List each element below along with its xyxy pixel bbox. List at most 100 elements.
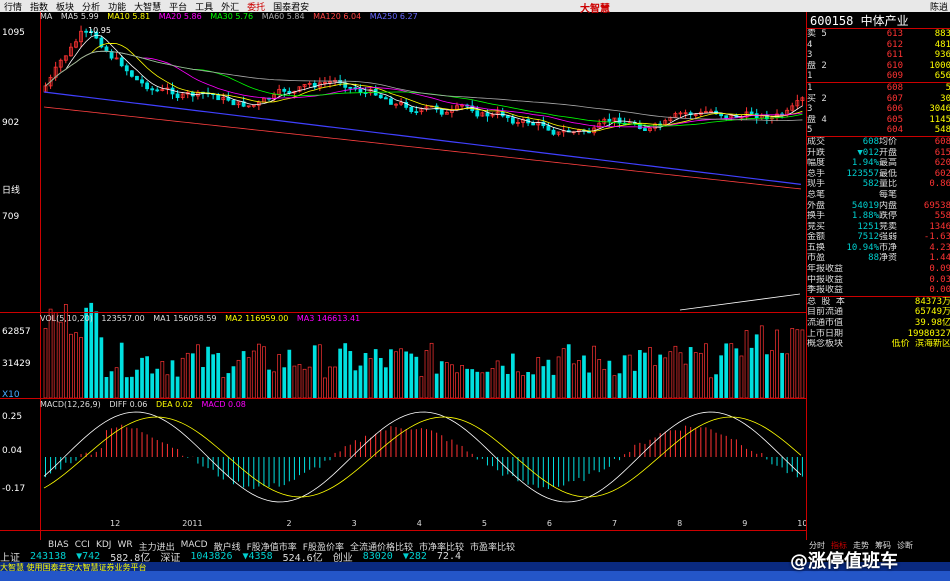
candle-body <box>175 93 180 99</box>
fundamental-row[interactable]: 流通市值 39.98亿 <box>807 318 950 329</box>
kline-chart[interactable] <box>40 12 806 540</box>
volume-bar <box>698 352 703 399</box>
quote-row[interactable]: 中报收益 0.03 <box>807 275 950 286</box>
quote-row[interactable]: 总手 123557 最低 602 <box>807 169 950 180</box>
fund-value: 84373万 <box>914 296 950 307</box>
price-tick-high: 1095 <box>2 28 25 38</box>
quote-row[interactable]: 外盘 54019 内盘 69538 <box>807 201 950 212</box>
quote-row[interactable]: 季报收益(1) 0.00 <box>807 285 950 296</box>
sell-order-row[interactable]: 盘 2 610 1000 <box>807 61 950 72</box>
menu-item-quotes[interactable]: 行情 <box>0 0 26 13</box>
menu-item-dzh[interactable]: 大智慧 <box>130 0 165 13</box>
price-volume-divider <box>0 312 806 313</box>
quote-row[interactable]: 成交 608 均价 608 <box>807 137 950 148</box>
buy-order-row[interactable]: 买 2 607 30 <box>807 94 950 105</box>
fundamental-row[interactable]: 总 股 本 84373万 <box>807 297 950 308</box>
volume-bar <box>765 354 769 399</box>
fundamental-row[interactable]: 上市日期 19980327 <box>807 329 950 340</box>
volume-bar <box>770 350 774 399</box>
macd-diff-line <box>43 411 802 503</box>
tab-cci[interactable]: CCI <box>75 540 90 550</box>
quote-key <box>879 264 915 275</box>
menu-item-platform[interactable]: 平台 <box>165 0 191 13</box>
volume-bar <box>759 325 764 399</box>
volume-bar <box>333 366 337 399</box>
tab-retail[interactable]: 散户线 <box>214 540 241 553</box>
quote-row[interactable]: 幅度 1.94% 最高 620 <box>807 158 950 169</box>
tab-pb-compare[interactable]: 市净率比较 <box>419 540 464 553</box>
volume-bar <box>455 372 459 399</box>
quote-row[interactable]: 金额 7512 强弱 -1.63 <box>807 232 950 243</box>
quote-row[interactable]: 总笔 每笔 <box>807 190 950 201</box>
volume-bar <box>399 348 403 399</box>
x-label-2011: 2011 <box>182 519 203 528</box>
sh-index: 243138 <box>30 550 67 562</box>
buy-order-row[interactable]: 3 606 3046 <box>807 104 950 115</box>
buy-order-row[interactable]: 5 604 548 <box>807 125 950 136</box>
fund-value: 39.98亿 <box>914 318 950 329</box>
quote-details: 成交 608 均价 608 升跌 ▼012 开盘 615 幅度 1.94% 最高 620 总手 12355… <box>807 137 950 296</box>
volume-bar <box>53 312 58 399</box>
candle-body <box>551 129 556 135</box>
tab-pe-compare[interactable]: 市盈率比较 <box>470 540 515 553</box>
sell-order-row[interactable]: 卖 5 613 883 <box>807 29 950 40</box>
tab-macd[interactable]: MACD <box>181 540 208 550</box>
fundamental-row[interactable]: 目前流通 65749万 <box>807 307 950 318</box>
candle-body <box>414 111 419 113</box>
menu-item-sector[interactable]: 板块 <box>52 0 78 13</box>
menu-item-trade[interactable]: 委托 <box>243 0 269 13</box>
volume-bar <box>627 354 632 399</box>
quote-row[interactable]: 市盈 88 净资 1.44 <box>807 253 950 264</box>
quote-key: 换手 <box>807 211 826 222</box>
order-volume: 1145 <box>929 114 950 125</box>
tab-bias[interactable]: BIAS <box>48 540 69 550</box>
quote-value: 1.94% <box>851 158 879 169</box>
fundamental-row[interactable]: 概念板块 低价 滨海新区 <box>807 339 950 350</box>
volume-bar <box>414 356 419 399</box>
volume-bar <box>373 349 378 399</box>
quote-key: 年报收益 <box>807 264 843 275</box>
volume-bar <box>658 354 663 399</box>
order-label: 4 <box>807 39 813 50</box>
menu-item-forex[interactable]: 外汇 <box>217 0 243 13</box>
volume-bar <box>251 350 256 399</box>
candle-body <box>719 113 724 117</box>
volume-bar <box>69 333 73 399</box>
volume-macd-divider <box>0 398 806 399</box>
quote-row[interactable]: 五换 10.94% 市净 4.23 <box>807 243 950 254</box>
buy-order-row[interactable]: 盘 4 605 1145 <box>807 115 950 126</box>
menu-item-tools[interactable]: 工具 <box>191 0 217 13</box>
order-label: 盘 2 <box>807 60 827 71</box>
candle-body <box>389 98 393 105</box>
tab-kdj[interactable]: KDJ <box>96 540 112 550</box>
quote-key: 总笔 <box>807 189 826 200</box>
quote-row[interactable]: 竞买 1251 竞卖 1346 <box>807 222 950 233</box>
chart-area[interactable] <box>40 12 806 540</box>
quote-row[interactable]: 换手 1.88% 跌停 558 <box>807 211 950 222</box>
candle-body <box>145 82 149 90</box>
volume-bar <box>668 351 673 399</box>
sell-order-row[interactable]: 3 611 936 <box>807 50 950 61</box>
quote-key: 净资 <box>879 253 898 264</box>
vol-tick-mid: 31429 <box>2 359 31 369</box>
quote-row[interactable]: 现手 582 量比 0.86 <box>807 179 950 190</box>
menu-item-broker[interactable]: 国泰君安 <box>269 0 313 13</box>
tab-full-price[interactable]: 全流通价格比较 <box>350 540 413 553</box>
sell-order-row[interactable]: 4 612 481 <box>807 40 950 51</box>
volume-bar <box>292 365 297 399</box>
quote-row[interactable]: 年报收益 0.09 <box>807 264 950 275</box>
buy-order-row[interactable]: 1 608 5 <box>807 83 950 94</box>
cy-index: 83020 <box>362 550 393 562</box>
sell-order-row[interactable]: 1 609 656 <box>807 71 950 82</box>
candle-body <box>150 88 155 91</box>
volume-bar <box>546 359 551 399</box>
quote-row[interactable]: 升跌 ▼012 开盘 615 <box>807 148 950 159</box>
menu-item-index[interactable]: 指数 <box>26 0 52 13</box>
quote-panel: 600158 中体产业 卖 5 613 883 4 612 481 3 611 936 盘 2 61… <box>806 12 950 540</box>
candle-body <box>119 57 124 67</box>
menu-item-function[interactable]: 功能 <box>104 0 130 13</box>
volume-bar <box>175 376 180 399</box>
order-price: 607 <box>886 93 903 104</box>
menu-item-analysis[interactable]: 分析 <box>78 0 104 13</box>
quote-value <box>843 264 879 275</box>
